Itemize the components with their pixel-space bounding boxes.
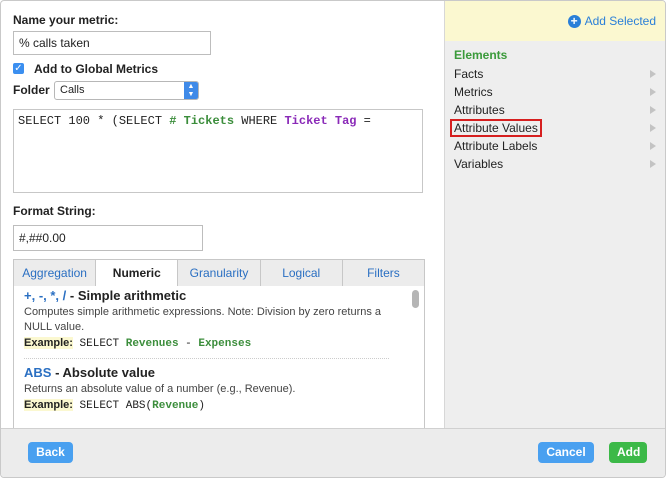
folder-label: Folder bbox=[13, 83, 50, 97]
format-string-label: Format String: bbox=[13, 204, 96, 218]
add-selected-button[interactable]: + Add Selected bbox=[567, 14, 656, 28]
format-string-input[interactable]: #,##0.00 bbox=[13, 225, 203, 251]
elements-sidebar: + Add Selected Elements Facts Metrics At… bbox=[444, 1, 665, 428]
example-code-prefix: SELECT bbox=[72, 338, 126, 350]
sidebar-item-metrics[interactable]: Metrics bbox=[445, 83, 665, 101]
function-docs-panel[interactable]: +, -, *, / - Simple arithmetic Computes … bbox=[13, 286, 425, 428]
sidebar-item-facts[interactable]: Facts bbox=[445, 65, 665, 83]
elements-title: Elements bbox=[454, 48, 508, 62]
function-description: Returns an absolute value of a number (e… bbox=[24, 383, 296, 395]
sidebar-item-label: Variables bbox=[454, 157, 504, 171]
tab-logical[interactable]: Logical bbox=[261, 260, 343, 287]
example-metric-b: Expenses bbox=[198, 338, 252, 350]
example-metric-a: Revenue bbox=[152, 400, 199, 412]
function-title-text: - Simple arithmetic bbox=[66, 288, 187, 303]
sidebar-item-label: Facts bbox=[454, 67, 484, 81]
function-link[interactable]: +, -, *, / bbox=[24, 288, 66, 303]
folder-select-value: Calls bbox=[60, 84, 85, 96]
function-entry: ABS - Absolute value Returns an absolute… bbox=[24, 365, 404, 412]
function-example: Example: SELECT ABS(Revenue) bbox=[24, 399, 404, 412]
example-code-suffix: ) bbox=[198, 400, 205, 412]
cancel-button[interactable]: Cancel bbox=[538, 442, 594, 463]
sidebar-item-label: Metrics bbox=[454, 85, 493, 99]
divider bbox=[24, 358, 389, 359]
function-tabs: Aggregation Numeric Granularity Logical … bbox=[13, 259, 425, 288]
metric-editor-dialog: Name your metric: % calls taken ✓ Add to… bbox=[0, 0, 666, 478]
sidebar-item-attributes[interactable]: Attributes bbox=[445, 101, 665, 119]
sidebar-item-attribute-values[interactable]: Attribute Values bbox=[445, 119, 665, 137]
metric-name-label: Name your metric: bbox=[13, 13, 119, 27]
add-button[interactable]: Add bbox=[609, 442, 647, 463]
tab-numeric[interactable]: Numeric bbox=[96, 260, 179, 287]
sidebar-header: + Add Selected bbox=[445, 1, 665, 41]
function-description: Computes simple arithmetic expressions. … bbox=[24, 306, 382, 333]
maql-editor[interactable]: SELECT 100 * (SELECT # Tickets WHERE Tic… bbox=[13, 109, 423, 193]
tab-granularity[interactable]: Granularity bbox=[178, 260, 261, 287]
example-operator: - bbox=[178, 338, 199, 350]
select-arrows-icon: ▲ ▼ bbox=[184, 82, 198, 99]
editor-text-select: SELECT 100 * (SELECT bbox=[18, 114, 170, 128]
function-docs-list: +, -, *, / - Simple arithmetic Computes … bbox=[24, 288, 404, 412]
chevron-right-icon bbox=[650, 88, 656, 96]
function-title: ABS - Absolute value bbox=[24, 365, 404, 380]
chevron-right-icon bbox=[650, 142, 656, 150]
function-title-text: - Absolute value bbox=[51, 365, 155, 380]
folder-select[interactable]: Calls ▲ ▼ bbox=[54, 81, 199, 100]
sidebar-item-attribute-labels[interactable]: Attribute Labels bbox=[445, 137, 665, 155]
chevron-right-icon bbox=[650, 124, 656, 132]
example-label: Example: bbox=[24, 337, 73, 349]
editor-attribute-token: Ticket Tag bbox=[284, 114, 357, 128]
global-metrics-checkbox[interactable]: ✓ bbox=[13, 63, 24, 74]
function-entry: +, -, *, / - Simple arithmetic Computes … bbox=[24, 288, 404, 350]
example-label: Example: bbox=[24, 399, 73, 411]
function-title: +, -, *, / - Simple arithmetic bbox=[24, 288, 404, 303]
chevron-right-icon bbox=[650, 70, 656, 78]
elements-list: Facts Metrics Attributes Attribute Value… bbox=[445, 65, 665, 173]
docs-scrollbar-thumb[interactable] bbox=[412, 290, 419, 308]
function-example: Example: SELECT Revenues - Expenses bbox=[24, 337, 404, 350]
example-code-prefix: SELECT ABS( bbox=[72, 400, 153, 412]
editor-text-equals: = bbox=[356, 114, 371, 128]
back-button[interactable]: Back bbox=[28, 442, 73, 463]
sidebar-item-label: Attributes bbox=[454, 103, 505, 117]
chevron-right-icon bbox=[650, 160, 656, 168]
chevron-right-icon bbox=[650, 106, 656, 114]
function-link[interactable]: ABS bbox=[24, 365, 51, 380]
plus-circle-icon: + bbox=[567, 14, 581, 28]
example-metric-a: Revenues bbox=[125, 338, 179, 350]
sidebar-item-label: Attribute Labels bbox=[454, 139, 538, 153]
docs-scrollbar[interactable] bbox=[412, 288, 420, 426]
editor-text-where: WHERE bbox=[234, 114, 285, 128]
metric-name-input[interactable]: % calls taken bbox=[13, 31, 211, 55]
dialog-footer: Back Cancel Add bbox=[1, 428, 665, 477]
add-selected-label: Add Selected bbox=[584, 14, 656, 28]
metric-form: Name your metric: % calls taken ✓ Add to… bbox=[1, 1, 444, 428]
sidebar-item-label: Attribute Values bbox=[450, 119, 542, 137]
editor-metric-token: # Tickets bbox=[169, 114, 235, 128]
tab-filters[interactable]: Filters bbox=[343, 260, 424, 287]
tab-aggregation[interactable]: Aggregation bbox=[14, 260, 97, 287]
sidebar-item-variables[interactable]: Variables bbox=[445, 155, 665, 173]
global-metrics-label: Add to Global Metrics bbox=[34, 62, 159, 76]
